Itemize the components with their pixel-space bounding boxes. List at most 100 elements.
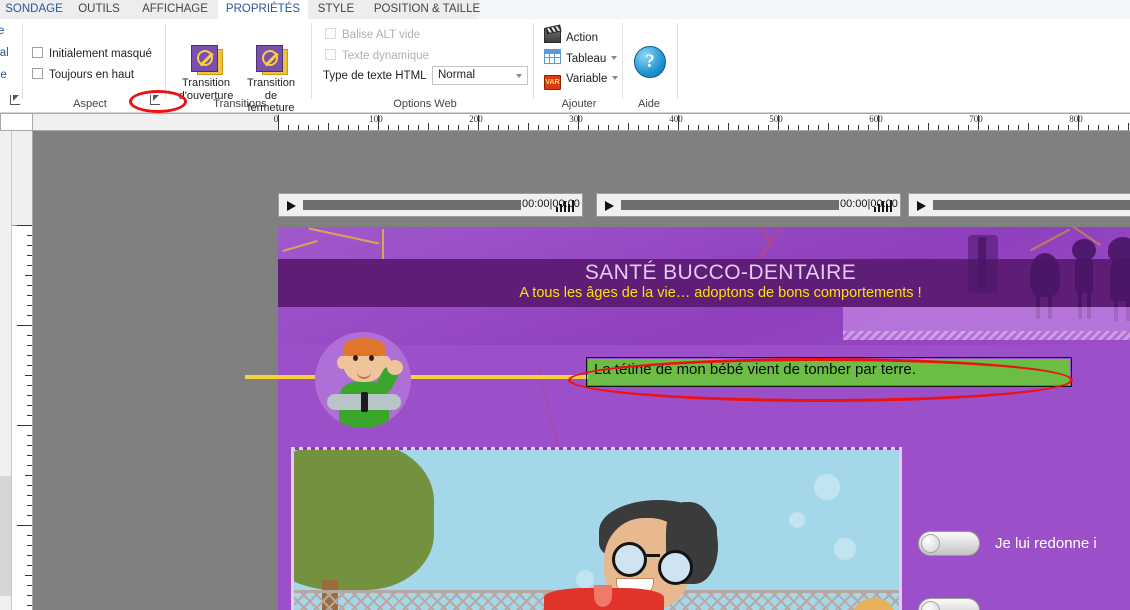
checkbox-dynamic-text-box[interactable] (325, 49, 336, 60)
menu-item-tableau[interactable]: Tableau (544, 49, 618, 67)
tableau-chevron-down-icon[interactable] (611, 56, 618, 60)
hruler-tick (318, 125, 319, 130)
clipped-left-item-2[interactable]: cal (0, 47, 9, 59)
checkbox-dynamic-text[interactable]: Texte dynamique (325, 49, 429, 62)
checkbox-always-on-top-box[interactable] (32, 68, 43, 79)
button-transition-open[interactable]: Transition d'ouverture (175, 45, 237, 102)
play-icon[interactable] (917, 201, 926, 211)
checkbox-initially-hidden-box[interactable] (32, 47, 43, 58)
hruler-tick (458, 125, 459, 130)
play-icon[interactable] (605, 201, 614, 211)
child-character-avatar[interactable] (315, 332, 411, 428)
toggle-switch-1-label: Je lui redonne i (995, 535, 1097, 552)
hruler-label: 600 (869, 114, 883, 124)
media-player-1-progress[interactable] (303, 200, 521, 210)
checkbox-always-on-top-label: Toujours en haut (49, 69, 135, 81)
tab-position-taille[interactable]: POSITION & TAILLE (364, 0, 490, 19)
media-player-3-progress[interactable] (933, 200, 1130, 210)
checkbox-empty-alt-tag[interactable]: Balise ALT vide (325, 28, 420, 41)
illustration-bokeh-3 (834, 538, 856, 560)
vruler-tick (25, 375, 32, 376)
toggle-switch-1[interactable] (918, 531, 980, 556)
design-canvas[interactable]: 00:00|00:00 00:00|00:00 00 (33, 131, 1130, 610)
tab-proprietes[interactable]: PROPRIÉTÉS (218, 0, 308, 19)
hruler-tick (938, 125, 939, 130)
vruler-tick (27, 595, 32, 596)
menu-item-variable[interactable]: VAR Variable (544, 70, 619, 90)
toggle-switch-2-knob[interactable] (921, 601, 940, 610)
aspect-dialog-launcher-icon[interactable] (150, 95, 162, 107)
media-player-2-progress[interactable] (621, 200, 839, 210)
hruler-label: 800 (1069, 114, 1083, 124)
hruler-tick (1068, 125, 1069, 130)
clipped-left-item-1[interactable]: e (0, 25, 4, 37)
vruler-tick (27, 385, 32, 386)
tab-style[interactable]: STYLE (310, 0, 362, 19)
vruler-tick (17, 425, 32, 426)
hruler-tick (738, 125, 739, 130)
play-icon[interactable] (287, 201, 296, 211)
media-player-1[interactable]: 00:00|00:00 (278, 193, 583, 217)
chevron-down-icon[interactable] (516, 74, 522, 78)
hruler-tick (948, 125, 949, 130)
banner-header[interactable]: SANTÉ BUCCO-DENTAIRE A tous les âges de … (278, 227, 1130, 345)
variable-chevron-down-icon[interactable] (612, 76, 619, 80)
transition-open-icon (189, 45, 223, 75)
man-with-glasses-illustration[interactable] (294, 450, 899, 610)
media-player-3[interactable]: 00 (908, 193, 1130, 217)
illustration-man-glasses-right (658, 550, 693, 585)
left-panel-scroll-thumb[interactable] (0, 476, 11, 596)
hruler-tick (788, 125, 789, 130)
select-html-text-type[interactable]: Normal (432, 66, 528, 85)
hruler-tick (1018, 125, 1019, 130)
menu-item-action[interactable]: Action (544, 28, 598, 46)
media-player-2[interactable]: 00:00|00:00 (596, 193, 901, 217)
toggle-switch-1-knob[interactable] (921, 534, 940, 553)
volume-icon[interactable] (874, 200, 894, 212)
ruler-corner (0, 113, 33, 131)
illustration-man-neck (594, 585, 612, 607)
speech-selection-outline[interactable] (586, 357, 1072, 387)
hruler-tick (1128, 123, 1129, 130)
toggle-switch-2[interactable] (918, 598, 980, 610)
hruler-tick (538, 125, 539, 130)
vruler-tick (27, 265, 32, 266)
tab-outils[interactable]: OUTILS (68, 0, 130, 19)
vruler-tick (27, 445, 32, 446)
checkbox-empty-alt-tag-box[interactable] (325, 28, 336, 39)
group-separator-4 (533, 23, 534, 99)
clipped-left-item-3[interactable]: ge (0, 69, 7, 81)
vruler-tick (27, 565, 32, 566)
volume-icon[interactable] (556, 200, 576, 212)
clipped-group-dialog-launcher-icon[interactable] (10, 95, 22, 107)
group-separator-3 (311, 23, 312, 99)
menu-item-action-label: Action (566, 32, 598, 44)
hruler-label: 200 (469, 114, 483, 124)
hruler-tick (368, 125, 369, 130)
vruler-tick (27, 285, 32, 286)
left-dock-panel[interactable] (0, 131, 12, 610)
tab-sondage[interactable]: SONDAGE (0, 0, 76, 19)
group-label-aspect: Aspect (73, 98, 107, 110)
hruler-tick (958, 125, 959, 130)
hruler-tick (1028, 123, 1029, 130)
horizontal-ruler[interactable]: 0 100 200 300 400 500 600 700 800 (33, 113, 1130, 131)
hruler-tick (558, 125, 559, 130)
hruler-tick (448, 125, 449, 130)
hruler-tick (328, 123, 329, 130)
checkbox-always-on-top[interactable]: Toujours en haut (32, 68, 134, 81)
checkbox-initially-hidden[interactable]: Initialement masqué (32, 47, 152, 60)
vruler-tick (27, 235, 32, 236)
table-icon (544, 49, 561, 64)
checkbox-initially-hidden-label: Initialement masqué (49, 48, 152, 60)
hruler-tick (668, 125, 669, 130)
vruler-tick (27, 555, 32, 556)
silhouette-bench (968, 235, 998, 293)
tab-affichage[interactable]: AFFICHAGE (134, 0, 216, 19)
silhouette-person-2-body (1075, 259, 1093, 293)
group-separator-6 (677, 23, 678, 99)
vruler-tick (27, 495, 32, 496)
help-question-icon[interactable]: ? (634, 46, 666, 78)
vruler-tick (27, 315, 32, 316)
hruler-tick (438, 125, 439, 130)
